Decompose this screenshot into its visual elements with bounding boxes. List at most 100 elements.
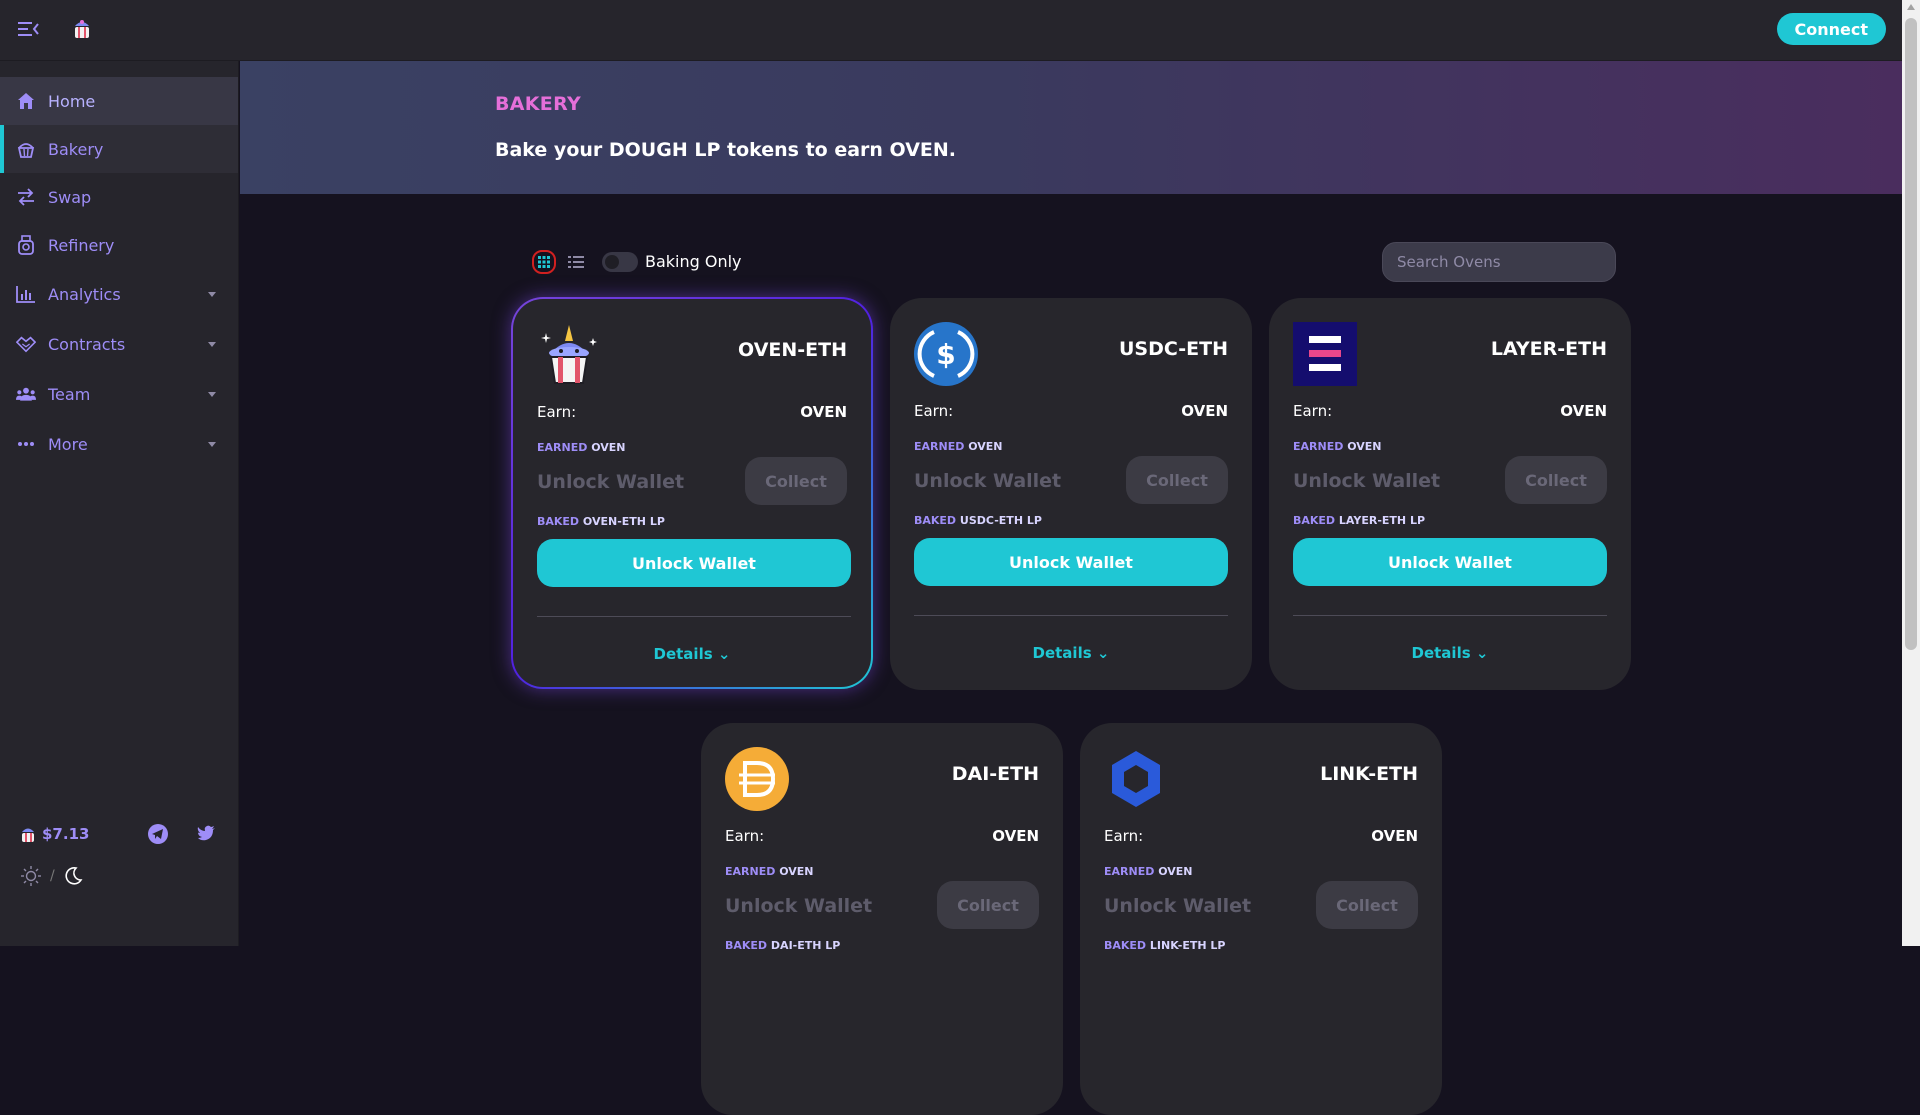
baking-only-toggle[interactable] bbox=[602, 252, 638, 272]
earned-value: Unlock Wallet bbox=[914, 470, 1062, 492]
cupcake-logo-icon[interactable] bbox=[70, 16, 94, 42]
earned-value: Unlock Wallet bbox=[1104, 895, 1252, 917]
details-toggle[interactable]: Details ⌄ bbox=[513, 645, 871, 663]
farm-card-usdc-eth: $ USDC-ETH Earn: OVEN EARNED OVEN Unlock… bbox=[890, 298, 1252, 690]
earn-label: Earn: bbox=[537, 403, 577, 421]
sidebar-item-bakery[interactable]: Bakery bbox=[0, 125, 238, 173]
sidebar-item-label: Contracts bbox=[48, 334, 126, 354]
unlock-wallet-button[interactable]: Unlock Wallet bbox=[1293, 538, 1607, 586]
earned-value: Unlock Wallet bbox=[1293, 470, 1441, 492]
baked-caption: BAKED USDC-ETH LP bbox=[914, 514, 1042, 527]
home-icon bbox=[16, 91, 36, 111]
earn-label: Earn: bbox=[1293, 402, 1333, 420]
earned-value: Unlock Wallet bbox=[537, 471, 685, 493]
baked-pair: USDC-ETH LP bbox=[959, 514, 1042, 527]
token-price[interactable]: $7.13 bbox=[20, 821, 89, 847]
baked-prefix: BAKED bbox=[1293, 514, 1336, 527]
sidebar-item-label: Team bbox=[48, 384, 91, 404]
more-icon bbox=[16, 434, 36, 454]
top-bar: Connect bbox=[0, 0, 1902, 61]
earned-prefix: EARNED bbox=[914, 440, 965, 453]
sidebar-item-label: Bakery bbox=[48, 139, 104, 159]
collect-button[interactable]: Collect bbox=[937, 881, 1039, 929]
sidebar-item-team[interactable]: Team bbox=[0, 369, 238, 419]
baked-caption: BAKED OVEN-ETH LP bbox=[537, 515, 665, 528]
chevron-down-icon bbox=[208, 442, 216, 447]
baked-prefix: BAKED bbox=[537, 515, 580, 528]
cupcake-icon bbox=[16, 139, 36, 159]
earned-prefix: EARNED bbox=[537, 441, 588, 454]
baked-pair: LAYER-ETH LP bbox=[1338, 514, 1426, 527]
sidebar-item-contracts[interactable]: Contracts bbox=[0, 319, 238, 369]
earn-token: OVEN bbox=[800, 403, 847, 421]
list-view-icon[interactable] bbox=[568, 254, 584, 270]
sidebar-item-home[interactable]: Home bbox=[0, 77, 238, 125]
toggle-knob bbox=[605, 255, 619, 269]
card-pair-name: USDC-ETH bbox=[1119, 338, 1228, 360]
twitter-icon[interactable] bbox=[195, 823, 217, 845]
sidebar-item-analytics[interactable]: Analytics bbox=[0, 269, 238, 319]
unlock-wallet-button[interactable]: Unlock Wallet bbox=[537, 539, 851, 587]
grid-icon bbox=[538, 256, 550, 268]
earned-caption: EARNED OVEN bbox=[537, 441, 626, 454]
chevron-down-icon bbox=[208, 342, 216, 347]
usdc-icon: $ bbox=[914, 322, 978, 386]
collect-button[interactable]: Collect bbox=[745, 457, 847, 505]
details-toggle[interactable]: Details ⌄ bbox=[1269, 644, 1631, 662]
unicorn-cupcake-icon bbox=[541, 325, 597, 384]
telegram-icon[interactable] bbox=[147, 823, 169, 845]
handshake-icon bbox=[16, 334, 36, 354]
menu-collapse-icon[interactable] bbox=[18, 19, 40, 39]
earned-value: Unlock Wallet bbox=[725, 895, 873, 917]
card-divider bbox=[914, 615, 1228, 616]
moon-icon[interactable] bbox=[63, 866, 83, 886]
earned-caption: EARNED OVEN bbox=[1293, 440, 1382, 453]
details-label: Details bbox=[1032, 644, 1092, 662]
farm-card-link-eth: LINK-ETH Earn: OVEN EARNED OVEN Unlock W… bbox=[1080, 723, 1442, 1115]
earn-label: Earn: bbox=[1104, 827, 1144, 845]
sidebar-item-label: Home bbox=[48, 91, 96, 111]
earned-caption: EARNED OVEN bbox=[1104, 865, 1193, 878]
sidebar-item-more[interactable]: More bbox=[0, 419, 238, 469]
collect-button[interactable]: Collect bbox=[1316, 881, 1418, 929]
unlock-wallet-button[interactable]: Unlock Wallet bbox=[914, 538, 1228, 586]
collect-button[interactable]: Collect bbox=[1126, 456, 1228, 504]
svg-text:$: $ bbox=[936, 338, 955, 371]
scroll-up-arrow-icon[interactable] bbox=[1907, 4, 1915, 10]
page-subtitle: Bake your DOUGH LP tokens to earn OVEN. bbox=[495, 139, 957, 161]
sidebar-item-swap[interactable]: Swap bbox=[0, 173, 238, 221]
refinery-icon bbox=[16, 235, 36, 255]
farm-card-oven-eth: OVEN-ETH Earn: OVEN EARNED OVEN Unlock W… bbox=[511, 297, 873, 689]
sun-icon[interactable] bbox=[20, 865, 42, 887]
sidebar-item-label: Refinery bbox=[48, 235, 115, 255]
earned-prefix: EARNED bbox=[1104, 865, 1155, 878]
earn-token: OVEN bbox=[1181, 402, 1228, 420]
sidebar-item-refinery[interactable]: Refinery bbox=[0, 221, 238, 269]
earn-token: OVEN bbox=[1371, 827, 1418, 845]
connect-button[interactable]: Connect bbox=[1776, 13, 1886, 45]
earned-token: OVEN bbox=[779, 865, 814, 878]
baking-only-label: Baking Only bbox=[645, 252, 742, 271]
chevron-down-icon: ⌄ bbox=[1096, 644, 1110, 662]
baked-pair: OVEN-ETH LP bbox=[582, 515, 665, 528]
details-toggle[interactable]: Details ⌄ bbox=[890, 644, 1252, 662]
scrollbar-thumb[interactable] bbox=[1905, 18, 1917, 650]
chainlink-icon bbox=[1112, 751, 1160, 807]
search-ovens-input[interactable] bbox=[1382, 242, 1616, 282]
earn-label: Earn: bbox=[914, 402, 954, 420]
earned-token: OVEN bbox=[1158, 865, 1193, 878]
chevron-down-icon: ⌄ bbox=[1475, 644, 1489, 662]
details-label: Details bbox=[1411, 644, 1471, 662]
collect-button[interactable]: Collect bbox=[1505, 456, 1607, 504]
baked-prefix: BAKED bbox=[914, 514, 957, 527]
cupcake-logo-icon bbox=[22, 828, 34, 842]
card-pair-name: LINK-ETH bbox=[1320, 763, 1418, 785]
earn-label: Earn: bbox=[725, 827, 765, 845]
page-title: BAKERY bbox=[495, 93, 582, 115]
layer-icon bbox=[1293, 322, 1357, 386]
card-divider bbox=[537, 616, 851, 617]
earned-prefix: EARNED bbox=[1293, 440, 1344, 453]
grid-view-button[interactable] bbox=[532, 250, 556, 274]
card-divider bbox=[1293, 615, 1607, 616]
chevron-down-icon: ⌄ bbox=[717, 645, 731, 663]
